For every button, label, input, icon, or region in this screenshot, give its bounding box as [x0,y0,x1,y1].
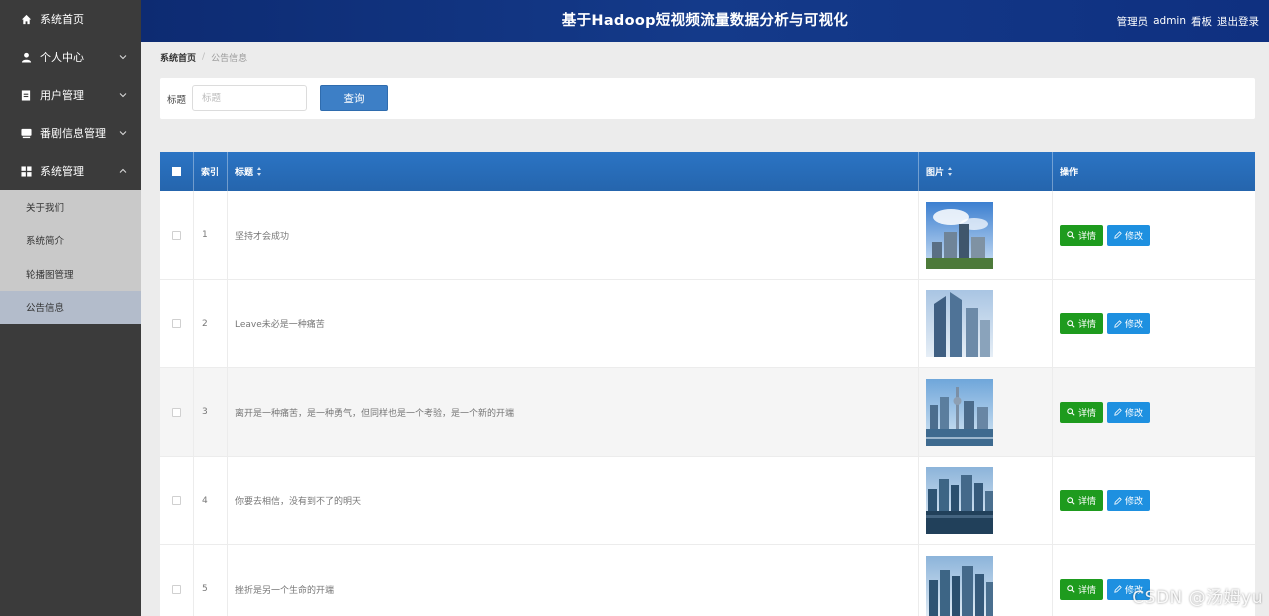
edit-button[interactable]: 修改 [1107,401,1150,423]
submenu-item-system-intro[interactable]: 系统简介 [0,224,141,258]
sidebar-item-personal-center[interactable]: 个人中心 [0,38,141,76]
column-header-title[interactable]: 标题 [228,152,919,191]
search-icon [1067,320,1075,328]
announcement-table: 索引 标题 图片 操作 1 坚持才会成功 详情 修改 2 Leave未必是一种痛… [160,152,1255,616]
tv-icon [20,127,32,139]
announcement-thumbnail[interactable] [926,467,993,535]
row-title: 离开是一种痛苦，是一种勇气，但同样也是一个考验，是一个新的开端 [228,368,919,457]
table-row: 3 离开是一种痛苦，是一种勇气，但同样也是一个考验，是一个新的开端 详情 修改 [160,368,1255,457]
top-header: 基于Hadoop短视频流量数据分析与可视化 管理员 admin 看板 退出登录 [141,0,1269,42]
chevron-up-icon [119,168,127,173]
header-checkbox-cell [160,152,194,191]
announcement-thumbnail[interactable] [926,378,993,446]
sidebar-item-label: 系统管理 [40,165,84,178]
dashboard-link[interactable]: 看板 [1191,14,1212,29]
edit-icon [1114,319,1122,328]
user-role: 管理员 [1116,15,1149,28]
chevron-down-icon [119,93,127,98]
sidebar-item-label: 系统首页 [40,13,84,26]
sidebar-item-anime-management[interactable]: 番剧信息管理 [0,114,141,152]
announcement-thumbnail[interactable] [926,555,993,616]
grid-icon [20,165,32,177]
breadcrumb: 系统首页 / 公告信息 [160,50,247,64]
home-icon [20,13,32,25]
edit-icon [1114,585,1122,593]
column-header-index: 索引 [194,152,228,191]
chevron-down-icon [119,131,127,136]
select-all-checkbox[interactable] [172,167,181,176]
table-row: 1 坚持才会成功 详情 修改 [160,191,1255,280]
search-icon [1067,231,1075,239]
detail-button[interactable]: 详情 [1060,490,1103,512]
edit-icon [1114,231,1122,239]
edit-icon [1114,496,1122,505]
document-icon [20,89,32,101]
sidebar-item-label: 用户管理 [40,89,84,102]
row-index: 3 [194,368,228,457]
edit-icon [1114,408,1122,416]
row-index: 5 [194,545,228,616]
search-button[interactable]: 查询 [320,85,388,111]
search-panel: 标题 查询 [160,78,1255,119]
edit-button[interactable]: 修改 [1107,490,1150,512]
detail-button[interactable]: 详情 [1060,578,1103,600]
announcement-thumbnail[interactable] [926,201,993,269]
breadcrumb-current: 公告信息 [211,53,248,64]
app-title: 基于Hadoop短视频流量数据分析与可视化 [561,13,849,29]
search-input[interactable] [192,85,307,111]
edit-button[interactable]: 修改 [1107,224,1150,246]
sort-icon[interactable] [257,167,262,176]
column-header-image[interactable]: 图片 [919,152,1053,191]
row-title: 坚持才会成功 [228,191,919,280]
row-checkbox[interactable] [172,407,181,417]
row-checkbox[interactable] [172,319,181,329]
submenu-item-announcements[interactable]: 公告信息 [0,290,141,324]
table-row: 5 挫折是另一个生命的开端 详情 修改 [160,545,1255,616]
table-header: 索引 标题 图片 操作 [160,152,1255,191]
table-row: 4 你要去相信，没有到不了的明天 详情 修改 [160,456,1255,545]
edit-button[interactable]: 修改 [1107,313,1150,335]
announcement-thumbnail[interactable] [926,290,993,358]
system-submenu: 关于我们 系统简介 轮播图管理 公告信息 [0,190,141,324]
table-row: 2 Leave未必是一种痛苦 详情 修改 [160,279,1255,368]
sidebar-item-label: 番剧信息管理 [40,127,106,140]
breadcrumb-home[interactable]: 系统首页 [160,51,196,64]
search-icon [1067,497,1075,505]
sidebar-item-home[interactable]: 系统首页 [0,0,141,38]
breadcrumb-separator: / [202,52,206,62]
search-icon [1067,408,1075,416]
submenu-item-about-us[interactable]: 关于我们 [0,190,141,224]
sort-icon[interactable] [948,167,953,176]
user-name: admin [1153,15,1186,27]
row-checkbox[interactable] [172,230,181,240]
detail-button[interactable]: 详情 [1060,224,1103,246]
search-icon [1067,585,1075,593]
detail-button[interactable]: 详情 [1060,401,1103,423]
row-title: Leave未必是一种痛苦 [228,279,919,368]
sidebar-item-system-management[interactable]: 系统管理 [0,152,141,190]
watermark: CSDN @汤姆yu [1132,588,1263,608]
row-title: 你要去相信，没有到不了的明天 [228,456,919,545]
submenu-item-carousel[interactable]: 轮播图管理 [0,257,141,291]
row-checkbox[interactable] [172,496,181,506]
user-icon [20,51,32,63]
detail-button[interactable]: 详情 [1060,313,1103,335]
chevron-down-icon [119,55,127,60]
search-label: 标题 [167,95,187,106]
sidebar-item-label: 个人中心 [40,51,84,64]
header-user-area: 管理员 admin 看板 退出登录 [1112,0,1259,42]
sidebar: 系统首页 个人中心 用户管理 番剧信息管理 系统管理 关于我们 系统简介 轮播图… [0,0,141,616]
row-index: 1 [194,191,228,280]
row-index: 2 [194,279,228,368]
sidebar-item-user-management[interactable]: 用户管理 [0,76,141,114]
logout-link[interactable]: 退出登录 [1217,14,1259,29]
column-header-ops: 操作 [1060,168,1079,178]
row-checkbox[interactable] [172,584,181,594]
row-title: 挫折是另一个生命的开端 [228,545,919,616]
row-index: 4 [194,456,228,545]
